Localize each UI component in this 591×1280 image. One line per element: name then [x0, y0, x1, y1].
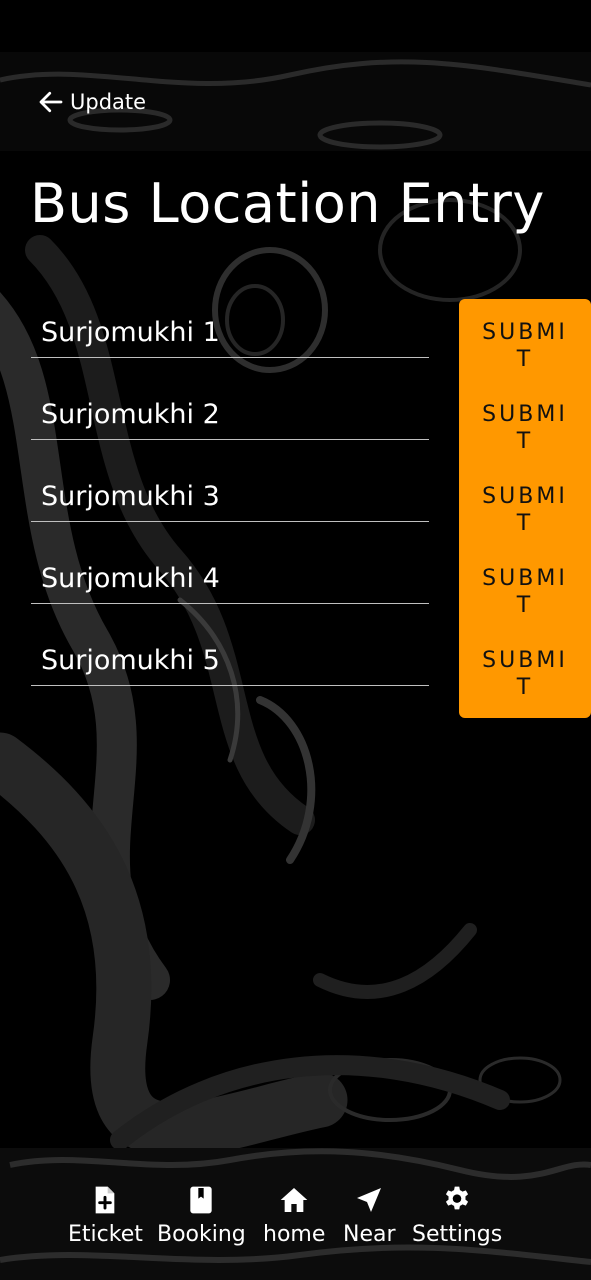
bus-name-field-4[interactable]	[31, 554, 429, 604]
page-title: Bus Location Entry	[30, 172, 545, 235]
list-item	[31, 546, 429, 628]
top-app-bar: Update	[0, 52, 591, 151]
nav-label: Booking	[157, 1222, 246, 1247]
navigation-arrow-icon	[357, 1188, 382, 1212]
home-icon	[280, 1188, 308, 1212]
arrow-left-icon	[39, 91, 63, 113]
gear-icon	[446, 1186, 469, 1210]
list-item	[31, 464, 429, 546]
nav-label: home	[263, 1222, 326, 1247]
bus-location-list	[31, 300, 429, 710]
submit-label: SUBMIT	[482, 320, 568, 372]
file-plus-icon	[96, 1186, 115, 1214]
nav-label: Near	[343, 1222, 396, 1247]
nav-label: Settings	[412, 1222, 503, 1247]
submit-button-2[interactable]: SUBMIT	[459, 381, 591, 463]
bookmark-icon	[190, 1186, 213, 1214]
bus-name-field-2[interactable]	[31, 390, 429, 440]
submit-label: SUBMIT	[482, 484, 568, 536]
bus-name-field-1[interactable]	[31, 308, 429, 358]
list-item	[31, 382, 429, 464]
submit-button-1[interactable]: SUBMIT	[459, 299, 591, 381]
nav-label: Eticket	[68, 1222, 143, 1247]
submit-button-4[interactable]: SUBMIT	[459, 545, 591, 627]
submit-label: SUBMIT	[482, 566, 568, 618]
submit-button-3[interactable]: SUBMIT	[459, 463, 591, 545]
back-label: Update	[70, 90, 147, 114]
bus-name-field-5[interactable]	[31, 636, 429, 686]
submit-button-5[interactable]: SUBMIT	[459, 627, 591, 709]
submit-label: SUBMIT	[482, 402, 568, 454]
nav-item-home[interactable]: home	[263, 1184, 325, 1250]
nav-item-near[interactable]: Near	[343, 1184, 396, 1250]
back-button[interactable]: Update	[36, 84, 146, 120]
list-item	[31, 628, 429, 710]
list-item	[31, 300, 429, 382]
bus-name-field-3[interactable]	[31, 472, 429, 522]
status-bar	[0, 0, 591, 52]
submit-label: SUBMIT	[482, 648, 568, 700]
nav-item-settings[interactable]: Settings	[412, 1184, 502, 1250]
nav-item-booking[interactable]: Booking	[157, 1184, 246, 1250]
nav-item-eticket[interactable]: Eticket	[68, 1184, 143, 1250]
submit-panel: SUBMIT SUBMIT SUBMIT SUBMIT SUBMIT	[459, 299, 591, 718]
bottom-navigation: Eticket Booking home Near Settings	[0, 1148, 591, 1280]
